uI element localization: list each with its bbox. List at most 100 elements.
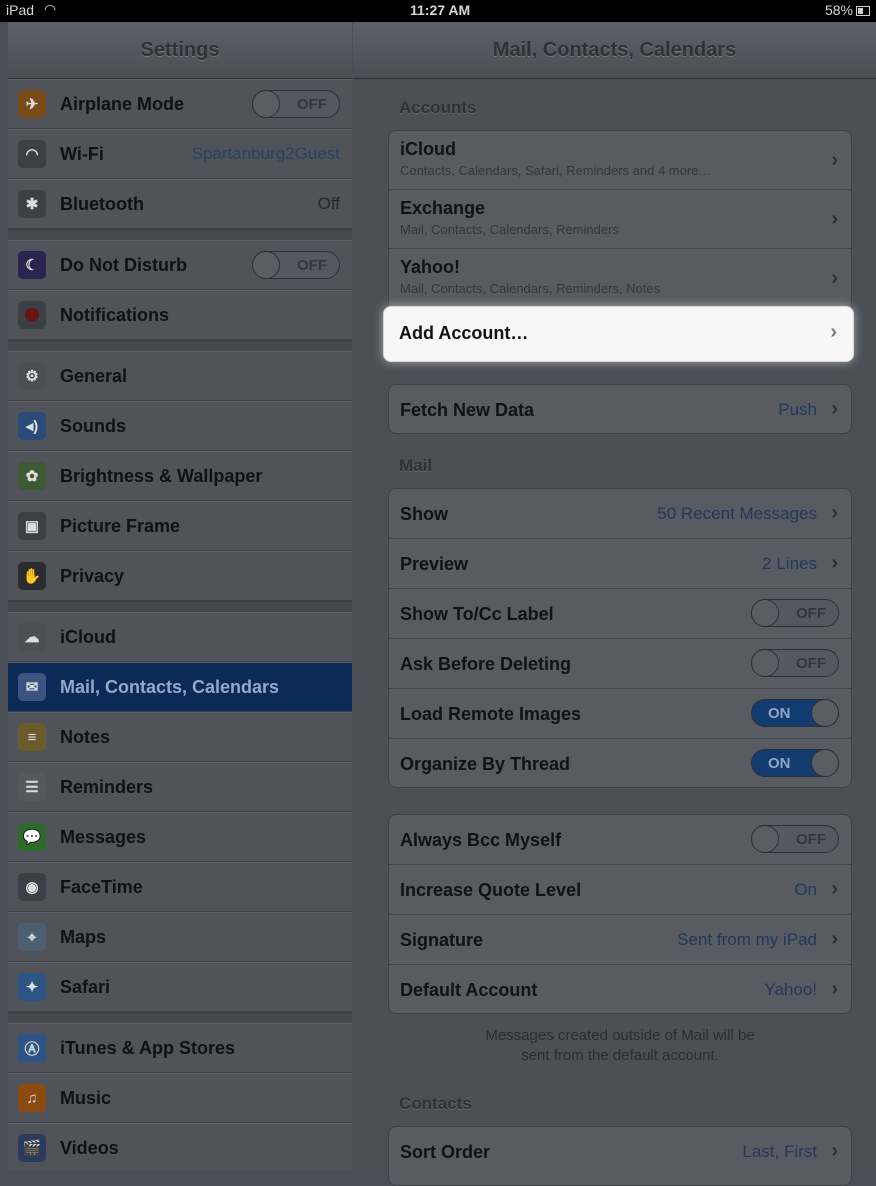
sort-order-row[interactable]: Sort Order Last, First › — [389, 1127, 851, 1177]
sidebar-item-airplane-mode[interactable]: ✈ Airplane Mode OFF — [8, 79, 352, 129]
account-row-exchange[interactable]: Exchange Mail, Contacts, Calendars, Remi… — [389, 190, 851, 249]
battery-percent: 58% — [824, 2, 853, 18]
chevron-right-icon: › — [831, 1140, 838, 1162]
settings-sidebar: Settings ✈ Airplane Mode OFF ◠ Wi-Fi Spa… — [8, 22, 352, 1171]
signature-value: Sent from my iPad — [677, 930, 817, 949]
bluetooth-value: Off — [317, 194, 340, 213]
do-not-disturb-toggle[interactable]: OFF — [252, 251, 340, 279]
maps-icon: ⌖ — [18, 923, 46, 951]
sidebar-item-mail-contacts-calendars[interactable]: ✉ Mail, Contacts, Calendars — [8, 662, 352, 712]
contacts-group: Sort Order Last, First › — [388, 1126, 852, 1186]
fetch-value: Push — [778, 400, 817, 419]
sidebar-item-picture-frame[interactable]: ▣ Picture Frame — [8, 501, 352, 551]
organize-by-thread-toggle[interactable]: ON — [751, 749, 839, 777]
signature-row[interactable]: Signature Sent from my iPad › — [389, 915, 851, 965]
bluetooth-icon: ✱ — [18, 190, 46, 218]
account-row-icloud[interactable]: iCloud Contacts, Calendars, Safari, Remi… — [389, 131, 851, 190]
mail-options-group: Always Bcc Myself OFF Increase Quote Lev… — [388, 814, 852, 1014]
sidebar-item-label: Reminders — [60, 776, 154, 797]
battery-icon — [856, 6, 870, 17]
show-to-cc-toggle[interactable]: OFF — [751, 599, 839, 627]
sidebar-item-do-not-disturb[interactable]: ☾ Do Not Disturb OFF — [8, 240, 352, 290]
cloud-icon: ☁ — [18, 623, 46, 651]
messages-icon: 💬 — [18, 823, 46, 851]
show-row[interactable]: Show 50 Recent Messages › — [389, 489, 851, 539]
videos-icon: 🎬 — [18, 1134, 46, 1162]
sidebar-item-label: Bluetooth — [60, 193, 144, 214]
sidebar-item-notes[interactable]: ≡ Notes — [8, 712, 352, 762]
chevron-right-icon: › — [831, 267, 838, 289]
fetch-group: Fetch New Data Push › — [388, 384, 852, 434]
sidebar-item-brightness-wallpaper[interactable]: ✿ Brightness & Wallpaper — [8, 451, 352, 501]
preview-value: 2 Lines — [762, 554, 817, 573]
sidebar-item-bluetooth[interactable]: ✱ Bluetooth Off — [8, 179, 352, 229]
default-account-row[interactable]: Default Account Yahoo! › — [389, 965, 851, 1013]
sidebar-item-maps[interactable]: ⌖ Maps — [8, 912, 352, 962]
ask-before-deleting-row: Ask Before Deleting OFF — [389, 639, 851, 689]
sidebar-item-safari[interactable]: ✦ Safari — [8, 962, 352, 1012]
add-account-button[interactable]: Add Account… › — [383, 306, 854, 362]
sidebar-item-messages[interactable]: 💬 Messages — [8, 812, 352, 862]
mail-group: Show 50 Recent Messages › Preview 2 Line… — [388, 488, 852, 788]
sidebar-item-reminders[interactable]: ☰ Reminders — [8, 762, 352, 812]
default-account-note: Messages created outside of Mail will be… — [485, 1027, 755, 1064]
sidebar-item-notifications[interactable]: Notifications — [8, 290, 352, 340]
airplane-mode-toggle[interactable]: OFF — [252, 90, 340, 118]
sidebar-item-itunes-app-stores[interactable]: Ⓐ iTunes & App Stores — [8, 1023, 352, 1073]
sidebar-item-label: Music — [60, 1087, 112, 1108]
account-name: Exchange — [400, 198, 486, 218]
sidebar-item-wifi[interactable]: ◠ Wi-Fi Spartanburg2Guest — [8, 129, 352, 179]
chevron-right-icon: › — [831, 552, 838, 574]
account-row-yahoo[interactable]: Yahoo! Mail, Contacts, Calendars, Remind… — [389, 249, 851, 308]
device-label: iPad — [6, 2, 35, 18]
account-name: iCloud — [400, 139, 456, 159]
add-account-label: Add Account… — [399, 323, 529, 343]
facetime-icon: ◉ — [18, 873, 46, 901]
sidebar-item-label: Brightness & Wallpaper — [60, 465, 263, 486]
chevron-right-icon: › — [831, 149, 838, 171]
gear-icon: ⚙ — [18, 362, 46, 390]
reminders-icon: ☰ — [18, 773, 46, 801]
sidebar-item-icloud[interactable]: ☁ iCloud — [8, 612, 352, 662]
page-title: Mail, Contacts, Calendars — [353, 22, 876, 79]
ask-before-deleting-toggle[interactable]: OFF — [751, 649, 839, 677]
sidebar-item-facetime[interactable]: ◉ FaceTime — [8, 862, 352, 912]
sidebar-item-label: iTunes & App Stores — [60, 1037, 236, 1058]
sidebar-item-videos[interactable]: 🎬 Videos — [8, 1123, 352, 1171]
sidebar-item-sounds[interactable]: ◂) Sounds — [8, 401, 352, 451]
fetch-new-data-row[interactable]: Fetch New Data Push › — [389, 385, 851, 433]
wifi-network-value: Spartanburg2Guest — [191, 144, 340, 163]
sidebar-item-label: Mail, Contacts, Calendars — [60, 676, 280, 697]
picture-frame-icon: ▣ — [18, 512, 46, 540]
mail-header: Mail — [399, 456, 433, 475]
sidebar-item-privacy[interactable]: ✋ Privacy — [8, 551, 352, 601]
default-account-value: Yahoo! — [764, 980, 817, 999]
sidebar-item-label: Privacy — [60, 565, 125, 586]
sidebar-item-label: Maps — [60, 926, 107, 947]
app-store-icon: Ⓐ — [18, 1034, 46, 1062]
sidebar-item-music[interactable]: ♫ Music — [8, 1073, 352, 1123]
sidebar-item-label: Notes — [60, 726, 111, 747]
clock: 11:27 AM — [410, 2, 471, 18]
organize-by-thread-row: Organize By Thread ON — [389, 739, 851, 787]
flower-icon: ✿ — [18, 462, 46, 490]
always-bcc-toggle[interactable]: OFF — [751, 825, 839, 853]
speaker-icon: ◂) — [18, 412, 46, 440]
sidebar-item-label: Sounds — [60, 415, 126, 436]
sidebar-item-label: Messages — [60, 826, 147, 847]
sidebar-item-general[interactable]: ⚙ General — [8, 351, 352, 401]
sort-order-value: Last, First — [742, 1142, 817, 1161]
notes-icon: ≡ — [18, 723, 46, 751]
accounts-header: Accounts — [399, 98, 477, 117]
load-remote-images-toggle[interactable]: ON — [751, 699, 839, 727]
increase-quote-level-row[interactable]: Increase Quote Level On › — [389, 865, 851, 915]
status-bar: iPad ◠ 11:27 AM 58% — [0, 0, 876, 22]
wifi-status-icon: ◠ — [44, 1, 57, 17]
chevron-right-icon: › — [831, 502, 838, 524]
chevron-right-icon: › — [830, 321, 837, 343]
sidebar-item-label: Do Not Disturb — [60, 254, 187, 275]
account-name: Yahoo! — [400, 257, 461, 277]
always-bcc-row: Always Bcc Myself OFF — [389, 815, 851, 865]
notifications-icon — [18, 301, 46, 329]
preview-row[interactable]: Preview 2 Lines › — [389, 539, 851, 589]
